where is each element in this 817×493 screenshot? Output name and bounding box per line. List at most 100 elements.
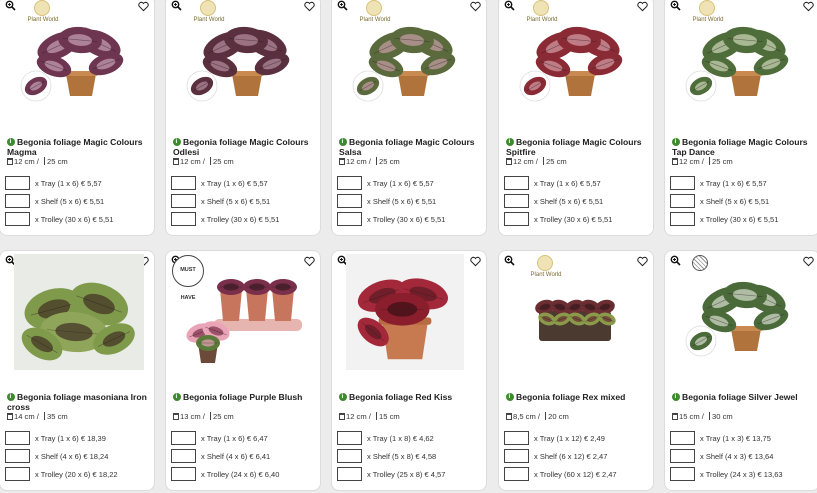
product-name[interactable]: Begonia foliage Purple Blush [183,392,302,402]
heart-icon[interactable] [803,1,814,12]
product-name[interactable]: Begonia foliage Red Kiss [349,392,452,402]
quantity-input[interactable] [171,212,196,226]
logo-emblem [200,0,216,16]
heart-icon[interactable] [803,256,814,267]
info-icon[interactable] [506,137,514,147]
heart-icon[interactable] [470,1,481,12]
product-name[interactable]: Begonia foliage Magic Colours Tap Dance [672,137,808,157]
zoom-icon[interactable] [504,255,515,266]
zoom-icon[interactable] [337,0,348,11]
product-name[interactable]: Begonia foliage Rex mixed [516,392,625,402]
product-card[interactable]: Plant WorldBegonia foliage Magic Colours… [0,0,155,236]
product-photo[interactable] [184,271,304,369]
quantity-input[interactable] [670,212,695,226]
product-title[interactable]: Begonia foliage Magic Colours Spitfire [506,137,652,157]
quantity-input[interactable] [337,431,362,445]
product-title[interactable]: Begonia foliage Magic Colours Salsa [339,137,485,157]
heart-icon[interactable] [138,1,149,12]
quantity-input[interactable] [670,449,695,463]
product-title[interactable]: Begonia foliage Magic Colours Magma [7,137,153,157]
quantity-input[interactable] [5,449,30,463]
quantity-input[interactable] [670,176,695,190]
heart-icon[interactable] [470,256,481,267]
product-card[interactable]: Plant WorldBegonia foliage Magic Colours… [165,0,321,236]
quantity-input[interactable] [504,176,529,190]
heart-icon[interactable] [637,1,648,12]
zoom-icon[interactable] [5,0,16,11]
product-photo[interactable] [14,254,144,370]
product-title[interactable]: Begonia foliage Rex mixed [506,392,652,402]
product-photo[interactable] [683,16,803,114]
quantity-input[interactable] [504,212,529,226]
product-title[interactable]: Begonia foliage Silver Jewel [672,392,817,402]
quantity-input[interactable] [504,194,529,208]
product-photo[interactable] [517,271,637,369]
product-name[interactable]: Begonia foliage Magic Colours Odlesi [173,137,309,157]
product-card[interactable]: Plant WorldBegonia foliage Rex mixed8,5 … [498,250,654,491]
zoom-icon[interactable] [670,255,681,266]
quantity-input[interactable] [504,449,529,463]
info-icon[interactable] [339,392,347,402]
quantity-input[interactable] [670,431,695,445]
info-icon[interactable] [173,137,181,147]
info-icon[interactable] [173,392,181,402]
product-card[interactable]: Begonia foliage Red Kiss 12 cm / 15 cm x T… [331,250,487,491]
quantity-input[interactable] [337,212,362,226]
size-info: 12 cm / 25 cm [506,157,567,166]
quantity-input[interactable] [337,449,362,463]
product-name[interactable]: Begonia foliage Magic Colours Spitfire [506,137,642,157]
quantity-input[interactable] [5,176,30,190]
product-card[interactable]: Begonia foliage Silver Jewel 15 cm / 30 c… [664,250,817,491]
quantity-input[interactable] [171,467,196,481]
quantity-input[interactable] [337,467,362,481]
quantity-input[interactable] [171,194,196,208]
size-info: 14 cm / 35 cm [7,412,68,421]
product-photo[interactable] [350,16,470,114]
zoom-icon[interactable] [670,0,681,11]
quantity-input[interactable] [670,194,695,208]
product-title[interactable]: Begonia foliage Magic Colours Odlesi [173,137,319,157]
quantity-input[interactable] [5,212,30,226]
product-card[interactable]: MUST HAVEBegonia foliage Purple Blush13 … [165,250,321,491]
product-card[interactable]: Plant WorldBegonia foliage Magic Colours… [664,0,817,236]
product-name[interactable]: Begonia foliage masoniana Iron cross [7,392,147,412]
heart-icon[interactable] [637,256,648,267]
product-title[interactable]: Begonia foliage Red Kiss [339,392,485,402]
quantity-input[interactable] [337,176,362,190]
heart-icon[interactable] [304,1,315,12]
zoom-icon[interactable] [171,0,182,11]
info-icon[interactable] [7,392,15,402]
zoom-icon[interactable] [504,0,515,11]
quantity-input[interactable] [171,176,196,190]
product-name[interactable]: Begonia foliage Magic Colours Salsa [339,137,475,157]
product-card[interactable]: Begonia foliage masoniana Iron cross14 c… [0,250,155,491]
quantity-input[interactable] [5,431,30,445]
quantity-input[interactable] [5,467,30,481]
product-name[interactable]: Begonia foliage Magic Colours Magma [7,137,143,157]
product-name[interactable]: Begonia foliage Silver Jewel [682,392,798,402]
order-option: x Trolley (30 x 6) € 5,51 [504,212,652,228]
product-title[interactable]: Begonia foliage Purple Blush [173,392,319,402]
product-photo[interactable] [18,16,138,114]
quantity-input[interactable] [670,467,695,481]
quantity-input[interactable] [5,194,30,208]
product-card[interactable]: Plant WorldBegonia foliage Magic Colours… [331,0,487,236]
product-card[interactable]: Plant WorldBegonia foliage Magic Colours… [498,0,654,236]
info-icon[interactable] [7,137,15,147]
info-icon[interactable] [339,137,347,147]
product-photo[interactable] [184,16,304,114]
quantity-input[interactable] [171,431,196,445]
info-icon[interactable] [672,137,680,147]
heart-icon[interactable] [304,256,315,267]
quantity-input[interactable] [337,194,362,208]
info-icon[interactable] [672,392,680,402]
product-photo[interactable] [517,16,637,114]
product-photo[interactable] [346,254,464,370]
quantity-input[interactable] [171,449,196,463]
quantity-input[interactable] [504,431,529,445]
product-photo[interactable] [683,271,803,369]
quantity-input[interactable] [504,467,529,481]
info-icon[interactable] [506,392,514,402]
product-title[interactable]: Begonia foliage Magic Colours Tap Dance [672,137,817,157]
product-title[interactable]: Begonia foliage masoniana Iron cross [7,392,153,412]
